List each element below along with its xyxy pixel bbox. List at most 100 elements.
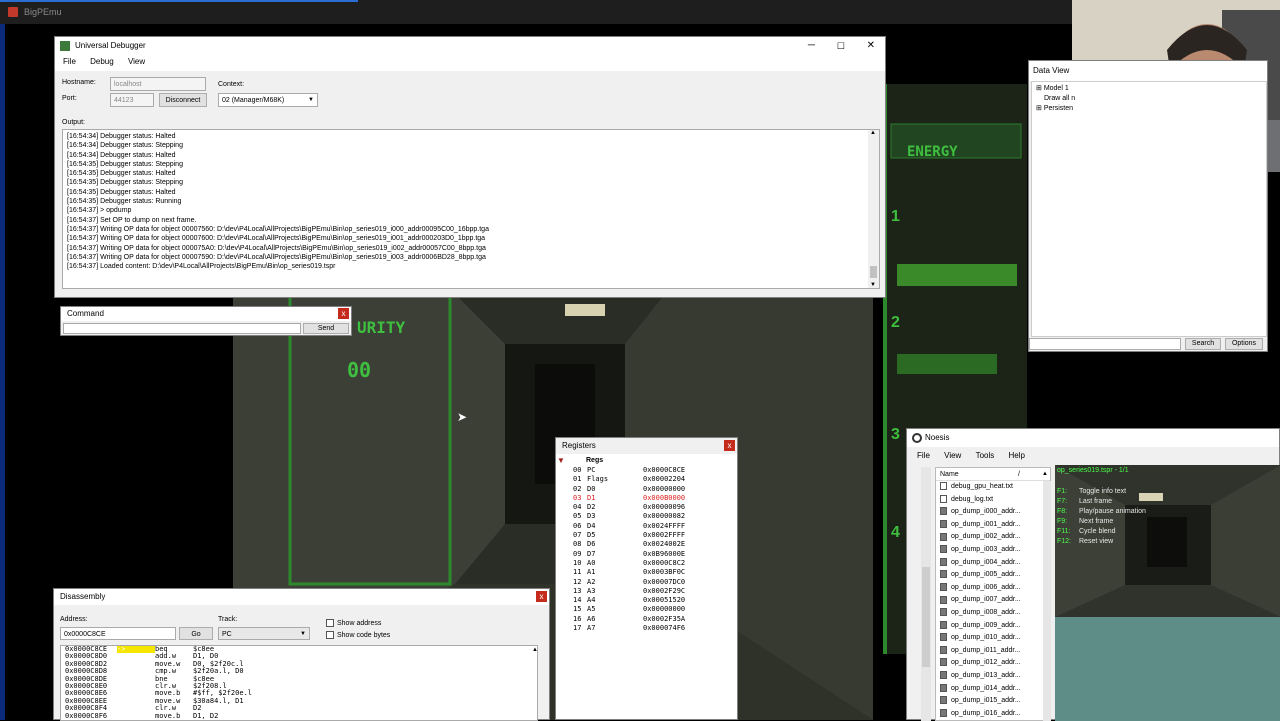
tree-item[interactable]: ⊞ Model 1 (1036, 84, 1069, 94)
noesis-menu-view[interactable]: View (938, 449, 967, 463)
data-viewer-window[interactable]: Data View ⊞ Model 1 Draw all n ⊞ Persist… (1028, 60, 1268, 352)
debugger-window[interactable]: Universal Debugger ─ ☐ ✕ File Debug View… (54, 36, 886, 298)
file-list-item[interactable]: op_dump_i015_addr... (936, 695, 1050, 708)
checkbox-box[interactable] (326, 619, 334, 627)
debugger-titlebar[interactable]: Universal Debugger ─ ☐ ✕ (55, 37, 885, 55)
disassembly-row[interactable]: 0x0000C8E6 move.b #$ff, $2f20e.l (61, 689, 537, 697)
scroll-thumb[interactable] (870, 266, 877, 278)
menu-view[interactable]: View (122, 55, 151, 69)
file-list-header[interactable]: Name / ▲ (936, 468, 1050, 481)
register-row[interactable]: 13 A3 0x0002F29C (570, 587, 738, 596)
disassembly-titlebar[interactable]: Disassembly x (54, 589, 549, 605)
disassembly-row[interactable]: 0x0000C8F6 move.b D1, D2 (61, 712, 537, 720)
file-list-item[interactable]: op_dump_i011_addr... (936, 645, 1050, 658)
file-list-item[interactable]: op_dump_i007_addr... (936, 594, 1050, 607)
register-row[interactable]: 01 Flags 0x00002204 (570, 475, 738, 484)
context-dropdown[interactable]: 02 (Manager/M68K) ▼ (218, 93, 318, 107)
track-dropdown[interactable]: PC ▼ (218, 627, 310, 640)
scroll-thumb[interactable] (922, 567, 930, 667)
registers-close-icon[interactable]: x (724, 440, 735, 451)
tree-item[interactable]: Draw all n (1044, 94, 1075, 104)
register-row[interactable]: 11 A1 0x0003BF0C (570, 568, 738, 577)
disassembly-row[interactable]: 0x0000C8E0 clr.w $2f208.l (61, 682, 537, 690)
options-button[interactable]: Options (1225, 338, 1263, 350)
checkbox-box[interactable] (326, 631, 334, 639)
noesis-file-list[interactable]: Name / ▲ debug_gpu_heat.txt debug_log.txt… (935, 467, 1051, 721)
register-row[interactable]: 17 A7 0x000074F6 (570, 624, 738, 633)
register-row[interactable]: 00 PC 0x0000C8CE (570, 466, 738, 475)
disassembly-close-icon[interactable]: x (536, 591, 547, 602)
disassembly-row[interactable]: 0x0000C8D2 move.w D0, $2f20c.l (61, 660, 537, 668)
noesis-titlebar[interactable]: Noesis (907, 429, 1279, 447)
command-window[interactable]: Command x Send (60, 306, 352, 336)
file-list-item[interactable]: op_dump_i008_addr... (936, 607, 1050, 620)
disassembly-row[interactable]: 0x0000C8F4 clr.w D2 (61, 704, 537, 712)
disassembly-row[interactable]: 0x0000C8D8 cmp.w $2f20a.l, D0 (61, 667, 537, 675)
register-row[interactable]: 02 D0 0x00000000 (570, 485, 738, 494)
disassembly-row[interactable]: 0x0000C8CE -> beq $c8ee (61, 646, 537, 654)
register-row[interactable]: 03 D1 0x000B0000 (570, 494, 738, 503)
sort-up-icon[interactable]: ▲ (1042, 468, 1048, 481)
show-address-checkbox[interactable]: Show address (326, 619, 381, 627)
file-list-item[interactable]: op_dump_i016_addr... (936, 708, 1050, 720)
register-row[interactable]: 16 A6 0x0002F35A (570, 615, 738, 624)
minimize-icon[interactable]: ─ (808, 37, 815, 55)
address-input[interactable]: 0x0000C8CE (60, 627, 176, 640)
column-name[interactable]: Name (940, 471, 959, 478)
register-row[interactable]: 06 D4 0x0024FFFF (570, 522, 738, 531)
register-list[interactable]: 00 PC 0x0000C8CE 01 Flags 0x00002204 02 D0 0x000… (570, 466, 738, 716)
scroll-up-icon[interactable]: ▲ (870, 130, 876, 136)
noesis-menu-file[interactable]: File (911, 449, 936, 463)
file-list-item[interactable]: op_dump_i001_addr... (936, 519, 1050, 532)
menu-debug[interactable]: Debug (84, 55, 120, 69)
file-list-item[interactable]: op_dump_i000_addr... (936, 506, 1050, 519)
command-input[interactable] (63, 323, 301, 334)
send-button[interactable]: Send (303, 323, 349, 334)
hostname-field[interactable]: localhost (110, 77, 206, 91)
output-log[interactable]: [16:54:34] Debugger status: Halted [16:54… (62, 129, 880, 289)
file-list-scrollbar[interactable] (1043, 481, 1051, 721)
file-list-item[interactable]: op_dump_i013_addr... (936, 670, 1050, 683)
data-viewer-tree[interactable]: ⊞ Model 1 Draw all n ⊞ Persisten (1031, 81, 1267, 337)
command-titlebar[interactable]: Command x (61, 307, 351, 321)
data-viewer-search-input[interactable] (1029, 338, 1181, 350)
register-row[interactable]: 09 D7 0x0B96000E (570, 550, 738, 559)
file-list-item[interactable]: debug_log.txt (936, 494, 1050, 507)
port-field[interactable]: 44123 (110, 93, 154, 107)
menu-file[interactable]: File (57, 55, 82, 69)
disassembly-row[interactable]: 0x0000C8D0 add.w D1, D0 (61, 652, 537, 660)
disassembly-row[interactable]: 0x0000C8DE bne $c8ee (61, 675, 537, 683)
registers-window[interactable]: Registers x ▼ Regs 00 PC 0x0000C8CE 01 Flags… (555, 437, 738, 720)
search-button[interactable]: Search (1185, 338, 1221, 350)
collapse-arrow-icon[interactable]: ▼ (557, 456, 565, 465)
noesis-menu-help[interactable]: Help (1002, 449, 1030, 463)
noesis-preview[interactable]: op_series019.tspr - 1/1 F1: Toggle info t… (1055, 465, 1280, 617)
register-row[interactable]: 12 A2 0x00007DC0 (570, 578, 738, 587)
register-row[interactable]: 14 A4 0x00051520 (570, 596, 738, 605)
show-code-bytes-checkbox[interactable]: Show code bytes (326, 631, 390, 639)
folder-tree-scrollbar[interactable] (921, 467, 931, 721)
register-row[interactable]: 15 A5 0x00000000 (570, 605, 738, 614)
file-list-item[interactable]: op_dump_i014_addr... (936, 683, 1050, 696)
registers-titlebar[interactable]: Registers x (556, 438, 737, 454)
tree-item[interactable]: ⊞ Persisten (1036, 104, 1073, 114)
disassembly-window[interactable]: Disassembly x Address: 0x0000C8CE Go Tra… (53, 588, 550, 721)
disassembly-listing[interactable]: 0x0000C8CE -> beq $c8ee 0x0000C8D0 add.w D1, D… (60, 645, 538, 721)
scroll-down-icon[interactable]: ▼ (870, 282, 876, 288)
file-list-item[interactable]: op_dump_i006_addr... (936, 582, 1050, 595)
register-row[interactable]: 08 D6 0x0024002E (570, 540, 738, 549)
disconnect-button[interactable]: Disconnect (159, 93, 207, 107)
file-list-item[interactable]: op_dump_i012_addr... (936, 657, 1050, 670)
file-list-item[interactable]: op_dump_i003_addr... (936, 544, 1050, 557)
file-list-item[interactable]: debug_gpu_heat.txt (936, 481, 1050, 494)
maximize-icon[interactable]: ☐ (837, 37, 845, 55)
file-list-item[interactable]: op_dump_i002_addr... (936, 531, 1050, 544)
disassembly-row[interactable]: 0x0000C8EE move.w $30a84.l, D1 (61, 697, 537, 705)
scroll-up-icon[interactable]: ▲ (532, 647, 538, 653)
data-viewer-titlebar[interactable]: Data View (1029, 61, 1267, 81)
close-icon[interactable]: ✕ (867, 37, 875, 55)
register-row[interactable]: 10 A0 0x0000C8C2 (570, 559, 738, 568)
file-list-item[interactable]: op_dump_i009_addr... (936, 620, 1050, 633)
file-list-item[interactable]: op_dump_i004_addr... (936, 557, 1050, 570)
register-row[interactable]: 07 D5 0x0002FFFF (570, 531, 738, 540)
